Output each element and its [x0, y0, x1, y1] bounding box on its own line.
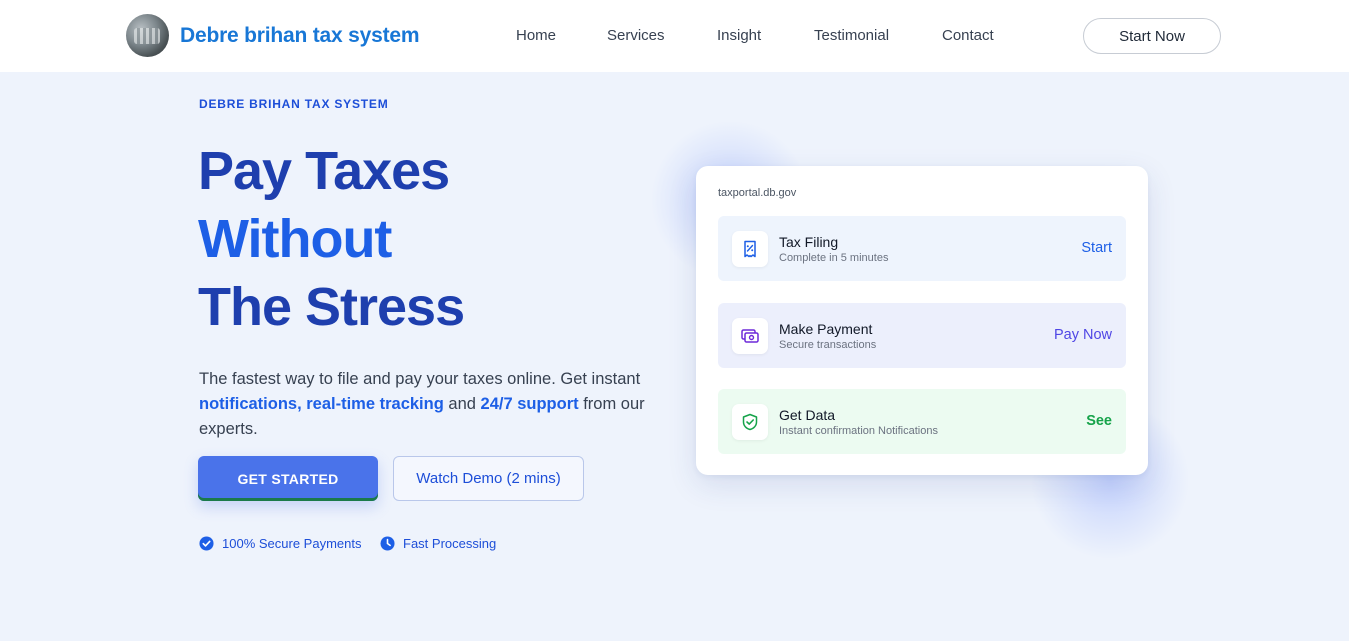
- row-title: Make Payment: [779, 321, 873, 337]
- lead-highlight: notifications, real-time tracking: [199, 395, 444, 413]
- lead-text: The fastest way to file and pay your tax…: [199, 370, 641, 388]
- get-started-button[interactable]: GET STARTED: [198, 456, 378, 501]
- row-title: Tax Filing: [779, 234, 839, 250]
- receipt-icon: [732, 231, 768, 267]
- see-link[interactable]: See: [1086, 413, 1112, 429]
- row-title: Get Data: [779, 407, 836, 423]
- start-link[interactable]: Start: [1081, 240, 1112, 256]
- hero-headline-line-3: The Stress: [198, 277, 465, 337]
- pay-now-link[interactable]: Pay Now: [1054, 327, 1112, 343]
- shield-check-icon: [732, 404, 768, 440]
- service-row-tax-filing[interactable]: Tax Filing Complete in 5 minutes Start: [718, 216, 1126, 281]
- feature-fast-processing: Fast Processing: [380, 536, 496, 551]
- nav-contact[interactable]: Contact: [942, 27, 994, 44]
- lead-text: and: [443, 395, 481, 413]
- nav-home[interactable]: Home: [516, 27, 556, 44]
- site-header: Debre brihan tax system Home Services In…: [0, 0, 1349, 72]
- lead-highlight: 24/7 support: [480, 395, 579, 413]
- hero-description: The fastest way to file and pay your tax…: [199, 367, 669, 442]
- check-circle-icon: [199, 536, 214, 551]
- hero-eyebrow: DEBRE BRIHAN TAX SYSTEM: [199, 97, 389, 111]
- row-subtitle: Secure transactions: [779, 339, 877, 351]
- nav-services[interactable]: Services: [607, 27, 665, 44]
- watch-demo-button[interactable]: Watch Demo (2 mins): [393, 456, 584, 501]
- feature-secure-payments: 100% Secure Payments: [199, 536, 361, 551]
- feature-label: Fast Processing: [403, 536, 497, 551]
- row-subtitle: Complete in 5 minutes: [779, 252, 889, 264]
- start-now-button[interactable]: Start Now: [1083, 18, 1221, 54]
- nav-testimonial[interactable]: Testimonial: [814, 27, 889, 44]
- portal-url: taxportal.db.gov: [718, 187, 797, 199]
- hero-headline-line-2: Without: [198, 209, 392, 269]
- service-row-get-data[interactable]: Get Data Instant confirmation Notificati…: [718, 389, 1126, 454]
- tax-portal-card: taxportal.db.gov Tax Filing Complete in …: [696, 166, 1148, 475]
- row-subtitle: Instant confirmation Notifications: [779, 425, 938, 437]
- hero-headline-line-1: Pay Taxes: [198, 141, 450, 201]
- clock-icon: [380, 536, 395, 551]
- service-row-make-payment[interactable]: Make Payment Secure transactions Pay Now: [718, 303, 1126, 368]
- money-icon: [732, 318, 768, 354]
- nav-insight[interactable]: Insight: [717, 27, 761, 44]
- feature-label: 100% Secure Payments: [222, 536, 362, 551]
